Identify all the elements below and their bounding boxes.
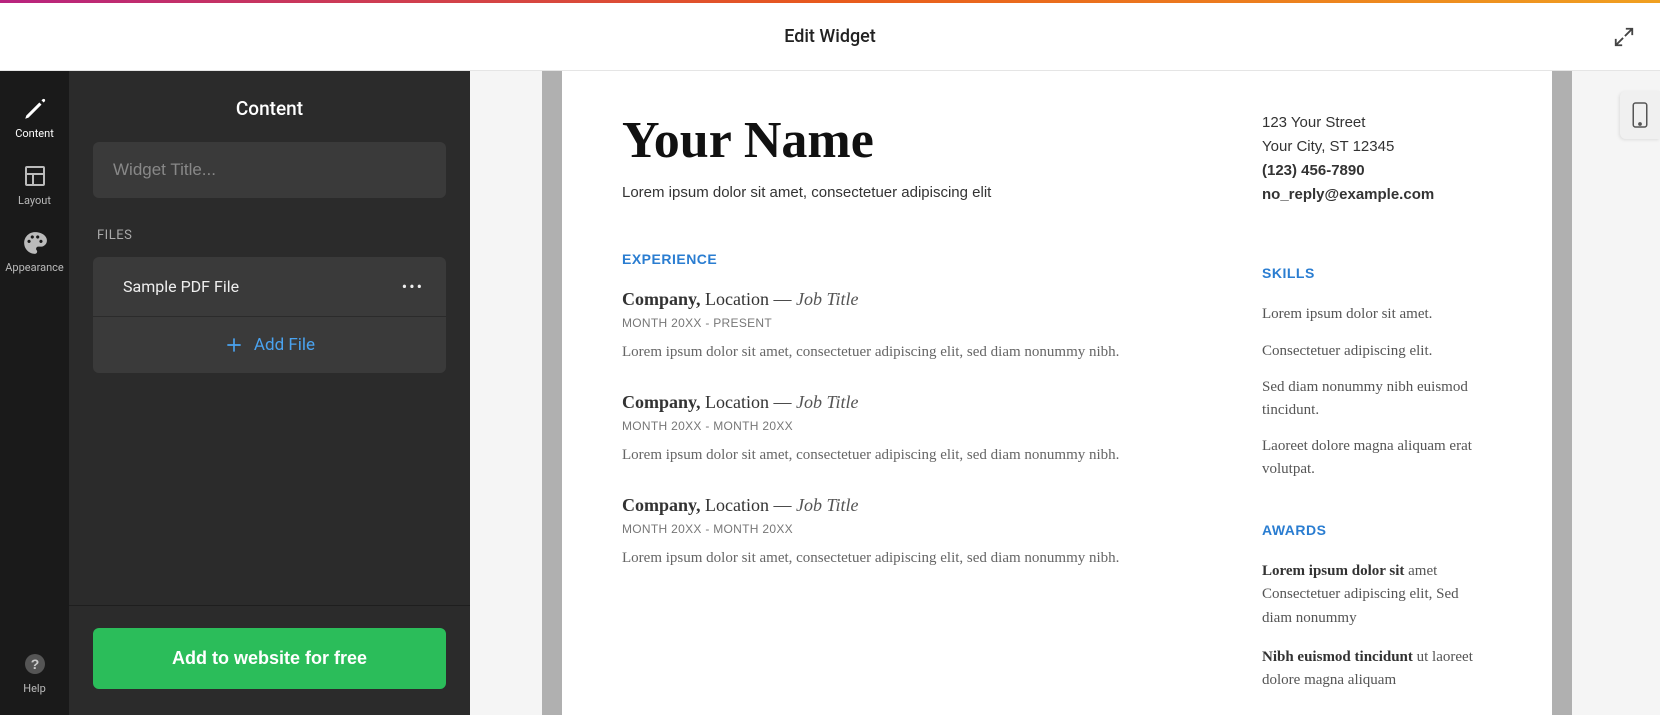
- header: Edit Widget: [0, 3, 1660, 71]
- files-label: FILES: [97, 228, 446, 243]
- files-card: Sample PDF File ••• Add File: [93, 257, 446, 373]
- resume-name: Your Name: [622, 111, 1202, 170]
- skill-item: Lorem ipsum dolor sit amet.: [1262, 303, 1492, 326]
- widget-title-input[interactable]: [93, 142, 446, 198]
- awards-heading: AWARDS: [1262, 522, 1492, 538]
- add-file-label: Add File: [254, 335, 315, 355]
- layout-icon: [21, 162, 49, 190]
- rail-appearance[interactable]: Appearance: [0, 219, 69, 286]
- mobile-icon: [1631, 101, 1649, 129]
- experience-heading: EXPERIENCE: [622, 251, 1202, 267]
- panel-title: Content: [69, 71, 470, 142]
- pencil-icon: [21, 95, 49, 123]
- file-name: Sample PDF File: [123, 277, 239, 296]
- award-item: Nibh euismod tincidunt ut laoreet dolore…: [1262, 646, 1492, 693]
- skill-item: Consectetuer adipiscing elit.: [1262, 340, 1492, 363]
- preview-document: Your Name Lorem ipsum dolor sit amet, co…: [562, 71, 1552, 715]
- svg-text:?: ?: [30, 656, 39, 672]
- skills-heading: SKILLS: [1262, 265, 1492, 281]
- award-item: Lorem ipsum dolor sit amet Consectetuer …: [1262, 560, 1492, 630]
- rail-help-label: Help: [23, 682, 46, 695]
- rail-help[interactable]: ? Help: [0, 640, 69, 715]
- rail-content-label: Content: [15, 127, 54, 140]
- preview-gutter: [542, 71, 562, 715]
- content-panel: Content FILES Sample PDF File ••• Add Fi…: [69, 71, 470, 715]
- rail-appearance-label: Appearance: [5, 261, 64, 274]
- skill-item: Sed diam nonummy nibh euismod tincidunt.: [1262, 376, 1492, 421]
- preview-gutter: [1552, 71, 1572, 715]
- add-to-website-button[interactable]: Add to website for free: [93, 628, 446, 689]
- rail-content[interactable]: Content: [0, 85, 69, 152]
- contact-city: Your City, ST 12345: [1262, 135, 1492, 159]
- expand-button[interactable]: [1608, 21, 1640, 53]
- resume-tagline: Lorem ipsum dolor sit amet, consectetuer…: [622, 184, 1202, 201]
- contact-email: no_reply@example.com: [1262, 183, 1492, 207]
- rail-layout[interactable]: Layout: [0, 152, 69, 219]
- contact-phone: (123) 456-7890: [1262, 159, 1492, 183]
- plus-icon: [224, 335, 244, 355]
- more-icon[interactable]: •••: [402, 279, 424, 295]
- palette-icon: [21, 229, 49, 257]
- help-icon: ?: [21, 650, 49, 678]
- add-file-button[interactable]: Add File: [93, 316, 446, 373]
- preview-area: Your Name Lorem ipsum dolor sit amet, co…: [470, 71, 1660, 715]
- expand-icon: [1613, 26, 1635, 48]
- nav-rail: Content Layout Appearance ? Help: [0, 71, 69, 715]
- skill-item: Laoreet dolore magna aliquam erat volutp…: [1262, 435, 1492, 480]
- mobile-preview-button[interactable]: [1620, 91, 1660, 139]
- rail-layout-label: Layout: [18, 194, 51, 207]
- job-entry: Company, Location — Job Title MONTH 20XX…: [622, 495, 1202, 570]
- file-item[interactable]: Sample PDF File •••: [93, 257, 446, 316]
- page-title: Edit Widget: [784, 26, 876, 47]
- job-entry: Company, Location — Job Title MONTH 20XX…: [622, 289, 1202, 364]
- contact-street: 123 Your Street: [1262, 111, 1492, 135]
- job-entry: Company, Location — Job Title MONTH 20XX…: [622, 392, 1202, 467]
